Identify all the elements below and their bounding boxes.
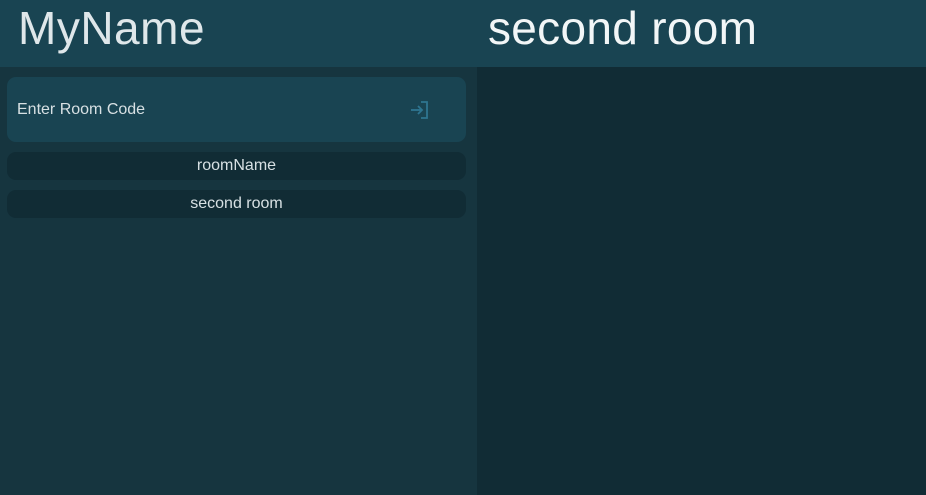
login-icon bbox=[411, 101, 428, 119]
room-list-item-label: roomName bbox=[196, 157, 277, 174]
top-bar: MyName second room bbox=[0, 0, 926, 67]
room-code-input[interactable] bbox=[17, 97, 397, 123]
user-name: MyName bbox=[18, 2, 206, 54]
room-code-panel bbox=[7, 77, 466, 142]
current-room-title: second room bbox=[488, 2, 758, 54]
room-list-item[interactable]: second room bbox=[7, 190, 466, 218]
join-room-button[interactable] bbox=[407, 98, 433, 122]
chat-area bbox=[477, 67, 926, 495]
room-sidebar: roomName second room bbox=[0, 67, 477, 495]
app-window: MyName second room roomName second room bbox=[0, 0, 926, 495]
room-list-item[interactable]: roomName bbox=[7, 152, 466, 180]
room-list-item-label: second room bbox=[190, 195, 283, 212]
